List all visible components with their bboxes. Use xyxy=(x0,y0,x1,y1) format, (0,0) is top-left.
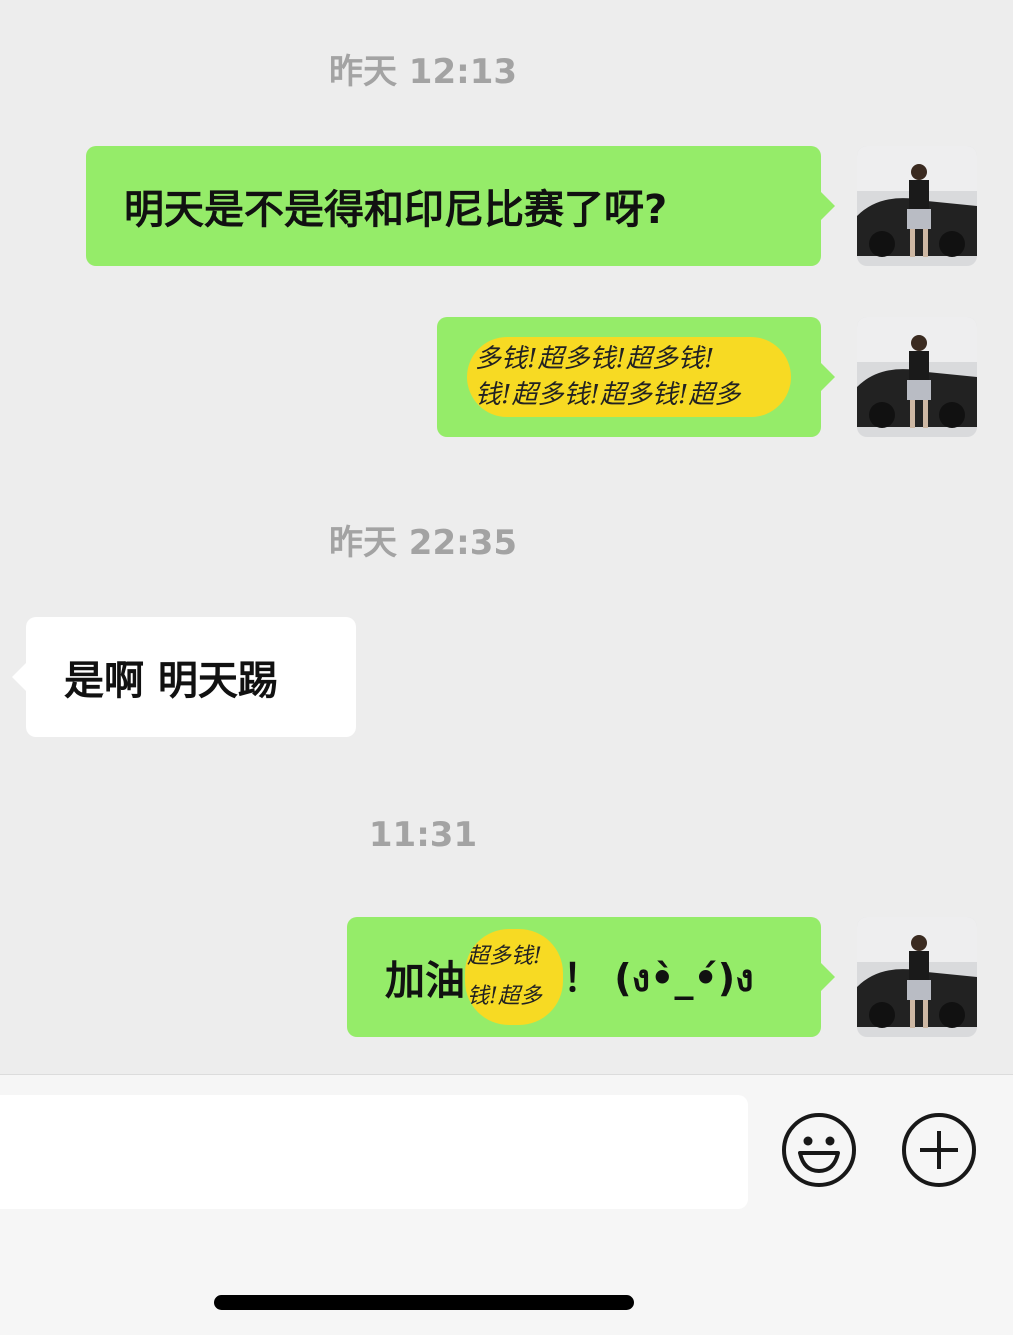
message-text: 明天是不是得和印尼比赛了呀? xyxy=(124,187,668,233)
home-indicator xyxy=(214,1295,634,1310)
sticker-text: 多钱!超多钱!超多钱! xyxy=(475,344,715,374)
message-text: ！ (ง•̀_•́)ง xyxy=(563,955,754,1000)
message-bubble-mine[interactable]: 多钱!超多钱!超多钱! 钱!超多钱!超多钱!超多 xyxy=(437,317,835,437)
inline-sticker: 超多钱! 钱!超多 xyxy=(465,929,563,1025)
timestamp: 昨天 22:35 xyxy=(328,523,518,563)
timestamp: 11:31 xyxy=(368,815,478,855)
my-avatar[interactable] xyxy=(857,317,977,437)
my-avatar[interactable] xyxy=(857,917,977,1037)
message-input[interactable] xyxy=(0,1095,748,1209)
smiley-face-icon xyxy=(798,1136,840,1173)
sticker-text: 超多钱! xyxy=(467,944,542,969)
emoji-button[interactable] xyxy=(782,1113,856,1187)
avatar-photo xyxy=(857,917,977,1037)
message-bubble-mine[interactable]: 明天是不是得和印尼比赛了呀? xyxy=(86,146,835,266)
plus-circle-icon xyxy=(920,1131,958,1169)
avatar-photo xyxy=(857,146,977,266)
message-bubble-other[interactable]: 是啊 明天踢 xyxy=(12,617,356,737)
sticker-image: 多钱!超多钱!超多钱! 钱!超多钱!超多钱!超多 xyxy=(467,337,791,417)
message-text: 加油 xyxy=(385,958,465,1004)
message-text: 是啊 明天踢 xyxy=(64,658,278,704)
my-avatar[interactable] xyxy=(857,146,977,266)
more-button[interactable] xyxy=(902,1113,976,1187)
sticker-text: 钱!超多 xyxy=(467,984,542,1009)
message-bubble-mine[interactable]: 加油 超多钱! 钱!超多 ！ (ง•̀_•́)ง xyxy=(347,917,835,1037)
timestamp: 昨天 12:13 xyxy=(328,52,518,92)
sticker-text: 钱!超多钱!超多钱!超多 xyxy=(475,380,741,410)
avatar-photo xyxy=(857,317,977,437)
chat-area: 昨天 12:13 明天是不是得和印尼比赛了呀? 多钱!超多钱!超多钱! 钱!超多… xyxy=(0,0,1013,1074)
input-bar xyxy=(0,1074,1013,1335)
